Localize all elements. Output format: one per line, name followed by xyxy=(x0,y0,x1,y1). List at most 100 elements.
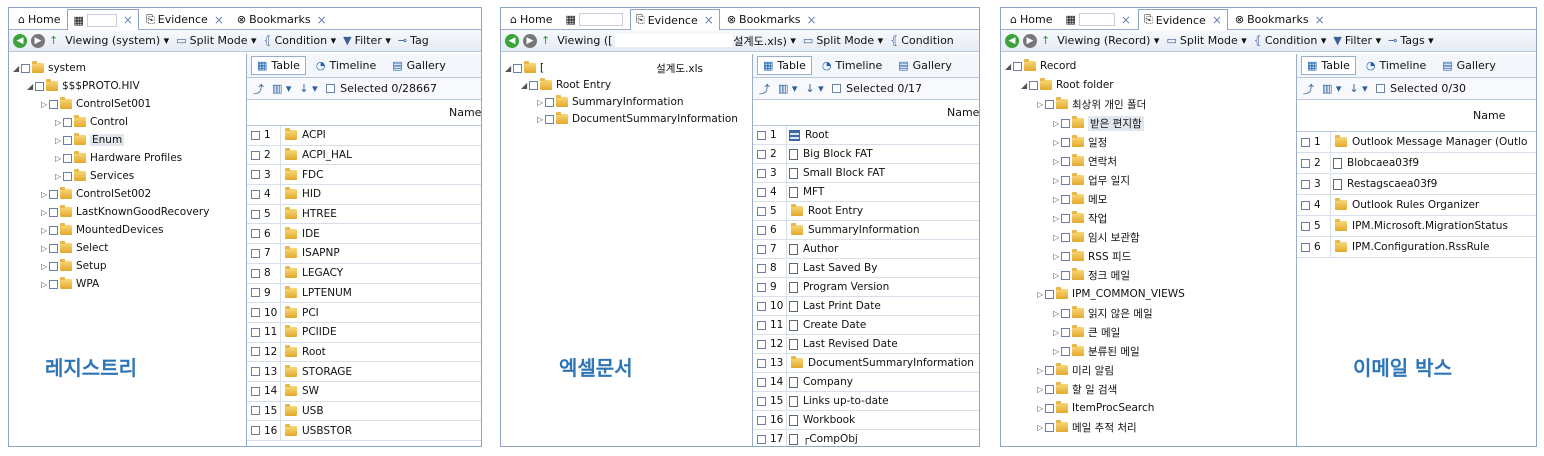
expand-toggle-icon[interactable]: ▷ xyxy=(1053,176,1061,185)
tree-node-checkbox[interactable] xyxy=(63,117,72,127)
forward-icon[interactable]: ▶ xyxy=(31,33,45,48)
tree-node[interactable]: ▷ 할 일 검색 xyxy=(1037,381,1117,397)
tree-node-checkbox[interactable] xyxy=(1045,403,1054,413)
expand-toggle-icon[interactable]: ▷ xyxy=(55,118,63,127)
expand-toggle-icon[interactable]: ▷ xyxy=(537,98,545,107)
table-row[interactable]: 8 Last Saved By xyxy=(753,259,979,278)
tab-evidence[interactable]: ⎘ Evidence × xyxy=(140,9,230,29)
export-icon[interactable]: ⤴ xyxy=(253,81,264,97)
table-row[interactable]: 13 DocumentSummaryInformation xyxy=(753,354,979,373)
tree-node-checkbox[interactable] xyxy=(1061,232,1070,242)
row-checkbox[interactable] xyxy=(757,168,766,178)
tree-node[interactable]: ▷ DocumentSummaryInformation xyxy=(537,111,738,127)
tab-hidden[interactable]: ▦ xyxy=(559,9,628,29)
expand-toggle-icon[interactable]: ▷ xyxy=(1037,423,1045,432)
table-row[interactable]: 14 Company xyxy=(753,373,979,392)
columns-icon[interactable]: ▥ ▾ xyxy=(1322,82,1341,95)
row-checkbox[interactable] xyxy=(1301,137,1310,147)
tab-gallery[interactable]: ▤ Gallery xyxy=(386,56,452,75)
expand-toggle-icon[interactable]: ▷ xyxy=(1037,385,1045,394)
tree-node-checkbox[interactable] xyxy=(1013,61,1022,71)
row-checkbox[interactable] xyxy=(251,288,260,298)
table-row[interactable]: 1 ACPI xyxy=(247,126,481,146)
table-row[interactable]: 6 SummaryInformation xyxy=(753,221,979,240)
sort-icon[interactable]: ↓ ▾ xyxy=(1349,82,1367,95)
row-checkbox[interactable] xyxy=(251,248,260,258)
table-row[interactable]: 15 Links up-to-date xyxy=(753,392,979,411)
tree-node-checkbox[interactable] xyxy=(1045,99,1054,109)
row-checkbox[interactable] xyxy=(757,225,766,235)
tab-hidden[interactable]: ▦ × xyxy=(1059,9,1136,29)
tree-node[interactable]: ◢ Root Entry xyxy=(521,77,611,93)
table-row[interactable]: 10 PCI xyxy=(247,303,481,323)
select-all-checkbox[interactable] xyxy=(831,84,841,93)
row-checkbox[interactable] xyxy=(757,244,766,254)
tree-node[interactable]: ▷ 최상위 개인 폴더 xyxy=(1037,96,1146,112)
tab-table[interactable]: ▦ Table xyxy=(1301,56,1356,75)
row-checkbox[interactable] xyxy=(251,189,260,199)
table-row[interactable]: 2 Blobcaea03f9 xyxy=(1297,153,1536,174)
tree-node-checkbox[interactable] xyxy=(1061,327,1070,337)
tree-node-checkbox[interactable] xyxy=(49,207,58,217)
condition-button[interactable]: ⦃ Condition xyxy=(890,34,954,47)
table-row[interactable]: 5 HTREE xyxy=(247,204,481,225)
forward-icon[interactable]: ▶ xyxy=(1023,33,1037,48)
expand-toggle-icon[interactable]: ◢ xyxy=(521,81,529,90)
expand-toggle-icon[interactable]: ▷ xyxy=(41,190,49,199)
table-row[interactable]: 16 Workbook xyxy=(753,411,979,430)
expand-toggle-icon[interactable]: ▷ xyxy=(1037,100,1045,109)
select-all-checkbox[interactable] xyxy=(1375,84,1385,93)
expand-toggle-icon[interactable]: ▷ xyxy=(55,136,63,145)
table-row[interactable]: 5 Root Entry xyxy=(753,202,979,221)
tree-node-checkbox[interactable] xyxy=(1029,80,1038,90)
tree-node[interactable]: ▷ Services xyxy=(55,168,134,184)
row-checkbox[interactable] xyxy=(757,396,766,406)
tree-node-checkbox[interactable] xyxy=(1061,270,1070,280)
expand-toggle-icon[interactable]: ▷ xyxy=(537,115,545,124)
row-checkbox[interactable] xyxy=(757,415,766,425)
tree-node-checkbox[interactable] xyxy=(49,261,58,271)
table-row[interactable]: 11 Create Date xyxy=(753,316,979,335)
viewing-dropdown[interactable]: Viewing (system) ▾ xyxy=(65,34,169,47)
table-row[interactable]: 8 LEGACY xyxy=(247,263,481,284)
row-checkbox[interactable] xyxy=(1301,221,1310,231)
tree-node-checkbox[interactable] xyxy=(1061,156,1070,166)
tab-timeline[interactable]: ◔ Timeline xyxy=(816,56,888,75)
tree-node[interactable]: ▷ ControlSet001 xyxy=(41,96,151,112)
tags-button[interactable]: ⊸ Tags ▾ xyxy=(1388,34,1434,47)
row-checkbox[interactable] xyxy=(757,282,766,292)
tab-home[interactable]: ⌂ Home xyxy=(504,9,558,29)
tree-node[interactable]: ▷ 받은 편지함 xyxy=(1053,115,1144,131)
tree-node[interactable]: ▷ Control xyxy=(55,114,128,130)
tree-node-checkbox[interactable] xyxy=(513,63,522,73)
table-row[interactable]: 17 ┌CompObj xyxy=(753,430,979,446)
tree-node-checkbox[interactable] xyxy=(1061,137,1070,147)
back-icon[interactable]: ◀ xyxy=(505,33,519,48)
expand-toggle-icon[interactable]: ◢ xyxy=(505,64,513,73)
row-checkbox[interactable] xyxy=(757,377,766,387)
back-icon[interactable]: ◀ xyxy=(13,33,27,48)
row-checkbox[interactable] xyxy=(757,320,766,330)
table-row[interactable]: 13 STORAGE xyxy=(247,362,481,382)
row-checkbox[interactable] xyxy=(251,327,260,337)
table-row[interactable]: 7 ISAPNP xyxy=(247,244,481,264)
up-icon[interactable]: ↑ xyxy=(49,34,58,47)
table-row[interactable]: 1 Outlook Message Manager (Outlo xyxy=(1297,132,1536,153)
tab-timeline[interactable]: ◔ Timeline xyxy=(1360,56,1432,75)
sort-icon[interactable]: ↓ ▾ xyxy=(805,82,823,95)
close-icon[interactable]: × xyxy=(1212,13,1222,27)
row-checkbox[interactable] xyxy=(757,301,766,311)
split-mode-button[interactable]: ▭ Split Mode ▾ xyxy=(176,34,256,47)
tab-evidence[interactable]: ⎘ Evidence × xyxy=(629,9,720,30)
expand-toggle-icon[interactable]: ◢ xyxy=(1021,81,1029,90)
close-icon[interactable]: × xyxy=(123,13,133,27)
tree-node[interactable]: ▷ 분류된 메일 xyxy=(1053,343,1140,359)
expand-toggle-icon[interactable]: ▷ xyxy=(1053,252,1061,261)
expand-toggle-icon[interactable]: ▷ xyxy=(1053,119,1061,128)
row-checkbox[interactable] xyxy=(757,206,766,216)
tree-node-checkbox[interactable] xyxy=(1045,384,1054,394)
row-checkbox[interactable] xyxy=(251,268,260,278)
up-icon[interactable]: ↑ xyxy=(1041,34,1050,47)
condition-button[interactable]: ⦃ Condition ▾ xyxy=(264,34,337,47)
expand-toggle-icon[interactable]: ▷ xyxy=(1037,290,1045,299)
